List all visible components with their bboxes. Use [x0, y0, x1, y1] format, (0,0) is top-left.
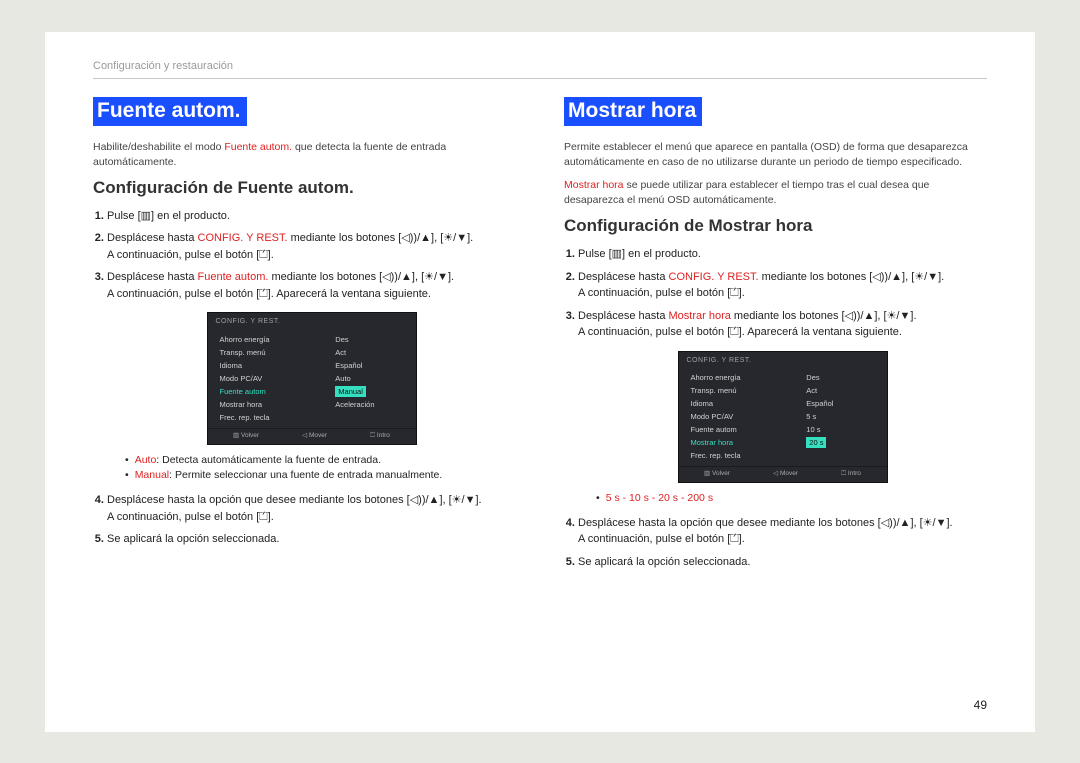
- left-title: Fuente autom.: [93, 97, 247, 126]
- left-bullets: Auto: Detecta automáticamente la fuente …: [107, 453, 516, 485]
- right-desc-1: Permite establecer el menú que aparece e…: [564, 140, 987, 170]
- enter-icon: [⏍]: [256, 249, 270, 261]
- page: Configuración y restauración Fuente auto…: [45, 32, 1035, 732]
- left-step-5: Se aplicará la opción seleccionada.: [107, 531, 516, 548]
- volume-up-icon: [◁))/▲]: [407, 494, 443, 506]
- right-step-5: Se aplicará la opción seleccionada.: [578, 554, 987, 571]
- brightness-down-icon: [☀/▼]: [421, 271, 451, 283]
- left-desc: Habilite/deshabilite el modo Fuente auto…: [93, 140, 516, 170]
- right-step-3: Desplácese hasta Mostrar hora mediante l…: [578, 308, 987, 507]
- right-step-1: Pulse [▥] en el producto.: [578, 246, 987, 263]
- brightness-down-icon: [☀/▼]: [449, 494, 479, 506]
- brightness-down-icon: [☀/▼]: [920, 517, 950, 529]
- left-step-4: Desplácese hasta la opción que desee med…: [107, 492, 516, 525]
- right-steps: Pulse [▥] en el producto. Desplácese has…: [564, 246, 987, 570]
- left-step-3: Desplácese hasta Fuente autom. mediante …: [107, 269, 516, 484]
- left-subhead: Configuración de Fuente autom.: [93, 178, 516, 198]
- page-number: 49: [974, 698, 987, 712]
- right-step-2: Desplácese hasta CONFIG. Y REST. mediant…: [578, 269, 987, 302]
- enter-icon: [⏍]: [727, 287, 741, 299]
- right-step-4: Desplácese hasta la opción que desee med…: [578, 515, 987, 548]
- right-osd: CONFIG. Y REST. Ahorro energía Transp. m…: [578, 351, 987, 483]
- volume-up-icon: [◁))/▲]: [869, 271, 905, 283]
- volume-up-icon: [◁))/▲]: [398, 232, 434, 244]
- header: Configuración y restauración: [93, 60, 987, 79]
- enter-icon: [⏍]: [727, 533, 741, 545]
- brightness-down-icon: [☀/▼]: [884, 310, 914, 322]
- brightness-down-icon: [☀/▼]: [440, 232, 470, 244]
- columns: Fuente autom. Habilite/deshabilite el mo…: [93, 97, 987, 577]
- volume-up-icon: [◁))/▲]: [878, 517, 914, 529]
- right-options: 5 s - 10 s - 20 s - 200 s: [578, 491, 987, 507]
- left-osd: CONFIG. Y REST. Ahorro energía Transp. m…: [107, 312, 516, 444]
- left-step-1: Pulse [▥] en el producto.: [107, 208, 516, 225]
- enter-icon: [⏍]: [256, 288, 270, 300]
- right-title: Mostrar hora: [564, 97, 702, 126]
- brightness-down-icon: [☀/▼]: [911, 271, 941, 283]
- left-steps: Pulse [▥] en el producto. Desplácese has…: [93, 208, 516, 548]
- enter-icon: [⏍]: [727, 326, 741, 338]
- menu-icon: [▥]: [138, 210, 155, 222]
- right-column: Mostrar hora Permite establecer el menú …: [564, 97, 987, 577]
- menu-icon: [▥]: [609, 248, 626, 260]
- left-column: Fuente autom. Habilite/deshabilite el mo…: [93, 97, 516, 577]
- enter-icon: [⏍]: [256, 511, 270, 523]
- volume-up-icon: [◁))/▲]: [842, 310, 878, 322]
- right-desc-2: Mostrar hora se puede utilizar para esta…: [564, 178, 987, 208]
- right-subhead: Configuración de Mostrar hora: [564, 216, 987, 236]
- left-step-2: Desplácese hasta CONFIG. Y REST. mediant…: [107, 230, 516, 263]
- volume-up-icon: [◁))/▲]: [379, 271, 415, 283]
